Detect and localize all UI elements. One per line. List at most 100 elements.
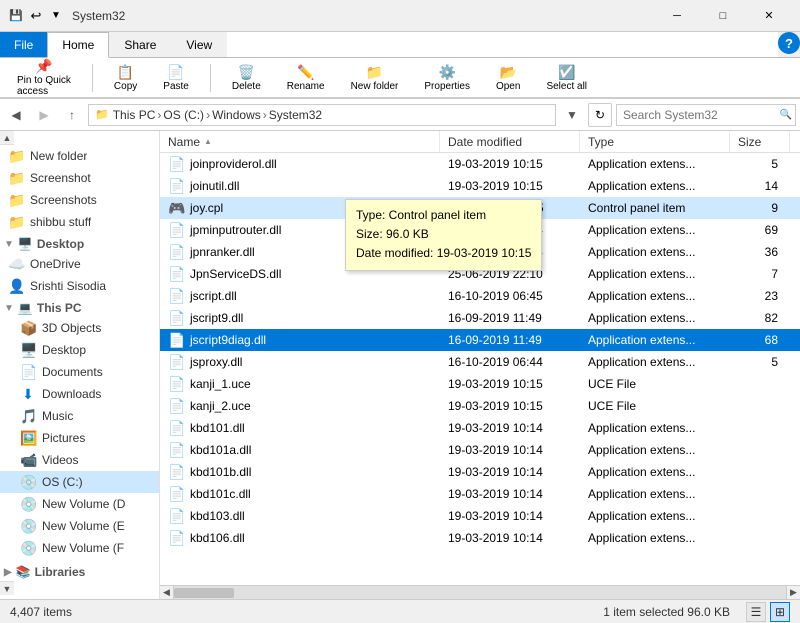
properties-btn[interactable]: ⚙️ Properties: [415, 61, 479, 95]
sidebar-item-volume-e[interactable]: 💿 New Volume (E: [0, 515, 159, 537]
table-row[interactable]: 📄kbd101b.dll 19-03-2019 10:14 Applicatio…: [160, 461, 800, 483]
table-row[interactable]: 📄kbd106.dll 19-03-2019 10:14 Application…: [160, 527, 800, 549]
address-path[interactable]: 📁 This PC › OS (C:) › Windows › System32: [88, 104, 556, 126]
sidebar-item-screenshot[interactable]: 📁 Screenshot: [0, 167, 159, 189]
undo-icon[interactable]: ↩: [28, 8, 44, 24]
sidebar-item-music[interactable]: 🎵 Music: [0, 405, 159, 427]
file-icon: 📄: [168, 156, 184, 173]
drive-icon: 💿: [20, 540, 36, 557]
table-row-jscript9diag[interactable]: 📄jscript9diag.dll 16-09-2019 11:49 Appli…: [160, 329, 800, 351]
pin-to-quick-access-btn[interactable]: 📌 Pin to Quickaccess: [8, 55, 80, 100]
maximize-button[interactable]: □: [700, 0, 746, 32]
search-input[interactable]: [616, 104, 796, 126]
sidebar-scroll-down[interactable]: ▼: [0, 581, 14, 595]
table-row[interactable]: 📄jpnranker.dll 19-03-2019 10:13 Applicat…: [160, 241, 800, 263]
drive-icon: 💿: [20, 496, 36, 513]
new-folder-icon: 📁: [366, 64, 383, 81]
scroll-thumb[interactable]: [174, 588, 234, 598]
tab-view[interactable]: View: [171, 32, 227, 57]
folder-icon: 📁: [8, 148, 24, 165]
close-button[interactable]: ✕: [746, 0, 792, 32]
table-row-joy-cpl[interactable]: 🎮joy.cpl 19-03-2019 10:15 Control panel …: [160, 197, 800, 219]
table-row[interactable]: 📄jscript9.dll 16-09-2019 11:49 Applicati…: [160, 307, 800, 329]
sidebar-section-desktop[interactable]: ▼ 🖥️ Desktop: [0, 233, 159, 253]
file-icon: 📄: [168, 178, 184, 195]
sidebar-section-thispc[interactable]: ▼ 💻 This PC: [0, 297, 159, 317]
sidebar-item-screenshots[interactable]: 📁 Screenshots: [0, 189, 159, 211]
address-bar: ◀ ▶ ↑ 📁 This PC › OS (C:) › Windows › Sy…: [0, 99, 800, 131]
col-header-name[interactable]: Name ▲: [160, 131, 440, 152]
item-count: 4,407 items: [10, 605, 72, 619]
new-folder-btn[interactable]: 📁 New folder: [342, 61, 408, 95]
col-header-size[interactable]: Size: [730, 131, 790, 152]
table-row[interactable]: 📄kanji_1.uce 19-03-2019 10:15 UCE File: [160, 373, 800, 395]
onedrive-icon: ☁️: [8, 256, 24, 273]
forward-button[interactable]: ▶: [32, 103, 56, 127]
tab-file[interactable]: File: [0, 32, 47, 57]
sidebar-scroll-up[interactable]: ▲: [0, 131, 14, 145]
sidebar-section-libraries[interactable]: ▶ 📚 Libraries: [0, 561, 159, 581]
tab-share[interactable]: Share: [109, 32, 171, 57]
scroll-right-btn[interactable]: ▶: [786, 586, 800, 600]
customize-icon[interactable]: ▼: [48, 8, 64, 24]
select-all-btn[interactable]: ☑️ Select all: [537, 61, 596, 95]
sidebar-item-videos[interactable]: 📹 Videos: [0, 449, 159, 471]
table-row[interactable]: 📄jsproxy.dll 16-10-2019 06:44 Applicatio…: [160, 351, 800, 373]
sidebar-item-documents[interactable]: 📄 Documents: [0, 361, 159, 383]
sidebar: ▲ 📁 New folder 📁 Screenshot 📁 Screenshot…: [0, 131, 160, 599]
sidebar-item-pictures[interactable]: 🖼️ Pictures: [0, 427, 159, 449]
save-icon[interactable]: 💾: [8, 8, 24, 24]
sidebar-item-volume-f[interactable]: 💿 New Volume (F: [0, 537, 159, 559]
col-header-date[interactable]: Date modified: [440, 131, 580, 152]
open-btn[interactable]: 📂 Open: [487, 61, 529, 95]
table-row[interactable]: 📄joinutil.dll 19-03-2019 10:15 Applicati…: [160, 175, 800, 197]
help-icon[interactable]: ?: [778, 32, 800, 54]
folder-icon: 📁: [8, 214, 24, 231]
open-icon: 📂: [499, 64, 516, 81]
table-row[interactable]: 📄kbd101c.dll 19-03-2019 10:14 Applicatio…: [160, 483, 800, 505]
path-osc[interactable]: OS (C:): [163, 108, 204, 122]
col-header-type[interactable]: Type: [580, 131, 730, 152]
sidebar-item-volume-d[interactable]: 💿 New Volume (D: [0, 493, 159, 515]
sidebar-item-desktop[interactable]: 🖥️ Desktop: [0, 339, 159, 361]
sidebar-item-3dobjects[interactable]: 📦 3D Objects: [0, 317, 159, 339]
path-windows[interactable]: Windows: [212, 108, 261, 122]
minimize-button[interactable]: ─: [654, 0, 700, 32]
sort-asc-icon: ▲: [204, 137, 212, 146]
table-row[interactable]: 📄kanji_2.uce 19-03-2019 10:15 UCE File: [160, 395, 800, 417]
table-row[interactable]: 📄kbd101a.dll 19-03-2019 10:14 Applicatio…: [160, 439, 800, 461]
table-row[interactable]: 📄jpminputrouter.dll 19-03-2019 10:14 App…: [160, 219, 800, 241]
window-controls: ─ □ ✕: [654, 0, 792, 32]
table-row[interactable]: 📄jscript.dll 16-10-2019 06:45 Applicatio…: [160, 285, 800, 307]
copy-btn[interactable]: 📋 Copy: [105, 61, 146, 95]
sidebar-item-new-folder[interactable]: 📁 New folder: [0, 145, 159, 167]
delete-btn[interactable]: 🗑️ Delete: [223, 61, 270, 95]
up-button[interactable]: ↑: [60, 103, 84, 127]
file-icon: 📄: [168, 486, 184, 503]
sidebar-item-user[interactable]: 👤 Srishti Sisodia: [0, 275, 159, 297]
sidebar-item-label: shibbu stuff: [30, 215, 91, 229]
refresh-button[interactable]: ↻: [588, 103, 612, 127]
sidebar-item-onedrive[interactable]: ☁️ OneDrive: [0, 253, 159, 275]
horizontal-scrollbar[interactable]: ◀ ▶: [160, 585, 800, 599]
rename-btn[interactable]: ✏️ Rename: [278, 61, 334, 95]
sidebar-item-osc[interactable]: 💿 OS (C:): [0, 471, 159, 493]
table-row[interactable]: 📄kbd103.dll 19-03-2019 10:14 Application…: [160, 505, 800, 527]
path-system32[interactable]: System32: [269, 108, 322, 122]
dropdown-arrow[interactable]: ▼: [560, 103, 584, 127]
back-button[interactable]: ◀: [4, 103, 28, 127]
detail-view-btn[interactable]: ⊞: [770, 602, 790, 622]
path-thispc[interactable]: This PC: [113, 108, 156, 122]
computer-icon: 💻: [18, 301, 33, 315]
table-row[interactable]: 📄kbd101.dll 19-03-2019 10:14 Application…: [160, 417, 800, 439]
paste-btn[interactable]: 📄 Paste: [154, 61, 198, 95]
file-list: Name ▲ Date modified Type Size 📄joinprov…: [160, 131, 800, 599]
sidebar-item-downloads[interactable]: ⬇ Downloads: [0, 383, 159, 405]
file-icon: 📄: [168, 288, 184, 305]
table-row[interactable]: 📄joinproviderol.dll 19-03-2019 10:15 App…: [160, 153, 800, 175]
table-row[interactable]: 📄JpnServiceDS.dll 25-06-2019 22:10 Appli…: [160, 263, 800, 285]
scroll-left-btn[interactable]: ◀: [160, 586, 174, 600]
list-view-btn[interactable]: ☰: [746, 602, 766, 622]
sidebar-item-shibbu[interactable]: 📁 shibbu stuff: [0, 211, 159, 233]
cpl-icon: 🎮: [168, 200, 184, 217]
